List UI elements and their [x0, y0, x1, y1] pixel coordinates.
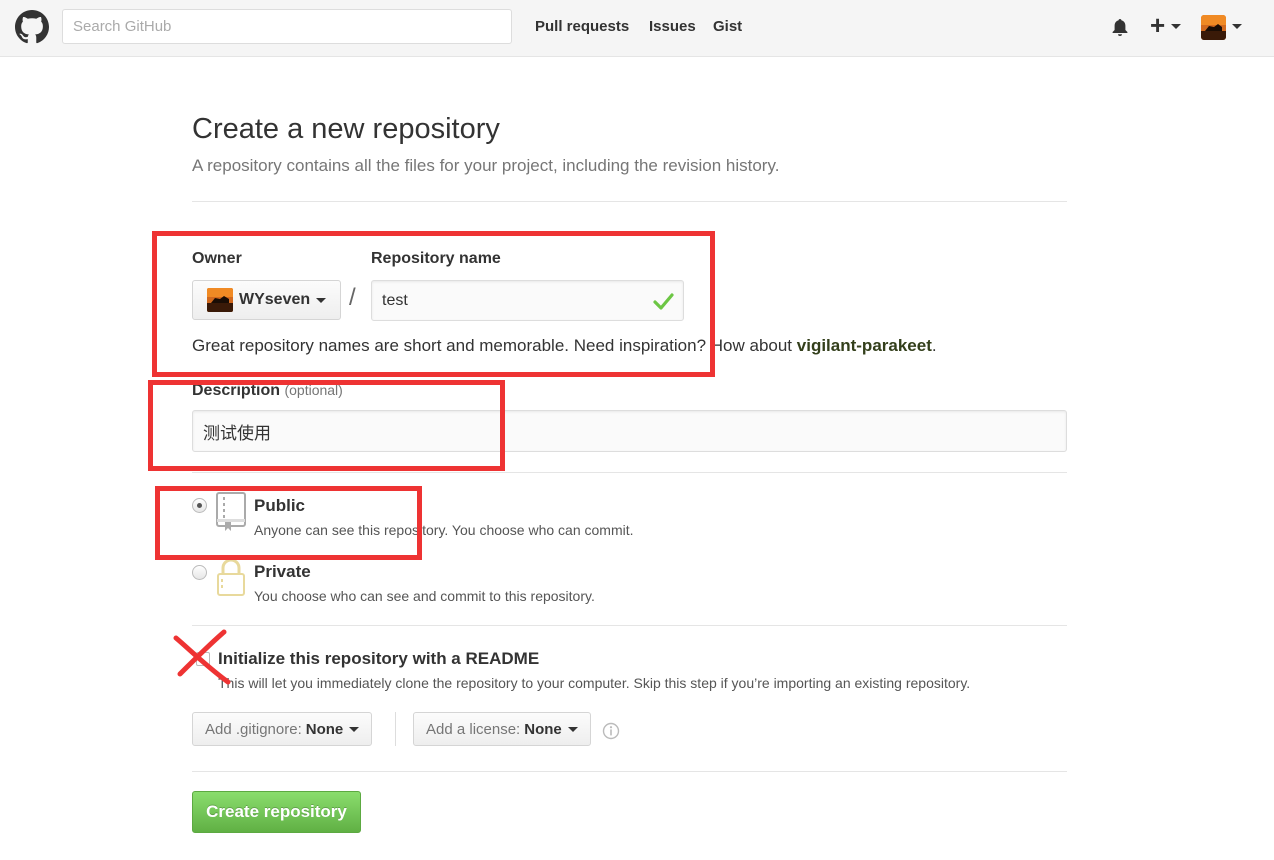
check-icon	[653, 293, 674, 310]
avatar-image-icon	[1201, 15, 1226, 40]
hint-suffix: .	[931, 336, 937, 355]
divider	[192, 201, 1067, 202]
owner-label: Owner	[192, 250, 242, 267]
owner-repo-separator: /	[349, 284, 356, 311]
vertical-divider	[395, 712, 396, 746]
nav-gist[interactable]: Gist	[713, 18, 742, 35]
gitignore-select[interactable]: Add .gitignore: None	[192, 712, 373, 746]
avatar-image-icon	[207, 288, 233, 312]
search-input[interactable]	[62, 9, 512, 44]
description-optional-note: (optional)	[284, 382, 343, 398]
description-input[interactable]	[192, 410, 1067, 452]
owner-select[interactable]: WYseven	[192, 280, 341, 320]
readme-checkbox[interactable]	[196, 652, 210, 666]
license-value: None	[524, 720, 562, 738]
public-radio[interactable]	[192, 498, 207, 513]
chevron-down-icon	[349, 726, 360, 732]
lock-icon	[217, 558, 245, 596]
hint-text: Great repository names are short and mem…	[192, 336, 797, 355]
gitignore-label: Add .gitignore:	[205, 720, 302, 738]
private-radio[interactable]	[192, 565, 207, 580]
page-subtitle: A repository contains all the files for …	[192, 156, 780, 175]
page-title: Create a new repository	[192, 113, 500, 145]
nav-pull-requests[interactable]: Pull requests	[535, 18, 629, 35]
github-logo-icon[interactable]	[15, 10, 49, 44]
avatar[interactable]	[1201, 15, 1226, 40]
plus-icon[interactable]: +	[1150, 12, 1165, 38]
readme-description: This will let you immediately clone the …	[218, 675, 971, 691]
gitignore-value: None	[305, 720, 344, 738]
public-title: Public	[254, 496, 306, 515]
owner-avatar	[207, 288, 233, 312]
name-suggestion-link[interactable]: vigilant-parakeet	[797, 336, 932, 355]
chevron-down-icon	[567, 726, 578, 732]
divider	[192, 771, 1067, 772]
repo-book-icon	[216, 492, 246, 531]
public-description: Anyone can see this repository. You choo…	[254, 522, 634, 538]
description-label: Description (optional)	[192, 382, 343, 400]
chevron-down-icon[interactable]	[1232, 24, 1242, 29]
private-title: Private	[254, 562, 311, 581]
repo-name-input[interactable]	[371, 280, 684, 321]
description-label-text: Description	[192, 382, 281, 399]
readme-title: Initialize this repository with a README	[218, 649, 540, 668]
owner-value: WYseven	[239, 291, 311, 308]
license-label: Add a license:	[426, 720, 521, 738]
bell-icon[interactable]	[1110, 17, 1130, 37]
chevron-down-icon[interactable]	[1171, 24, 1181, 29]
repo-name-hint: Great repository names are short and mem…	[192, 336, 937, 356]
divider	[192, 625, 1067, 626]
license-select[interactable]: Add a license: None	[413, 712, 591, 746]
chevron-down-icon	[316, 297, 327, 303]
nav-issues[interactable]: Issues	[649, 18, 696, 35]
info-icon[interactable]	[602, 722, 620, 740]
top-header: Pull requests Issues Gist +	[0, 0, 1274, 57]
repo-name-label: Repository name	[371, 250, 501, 267]
create-repository-button[interactable]: Create repository	[192, 791, 361, 833]
divider	[192, 472, 1067, 473]
private-description: You choose who can see and commit to thi…	[254, 588, 595, 604]
